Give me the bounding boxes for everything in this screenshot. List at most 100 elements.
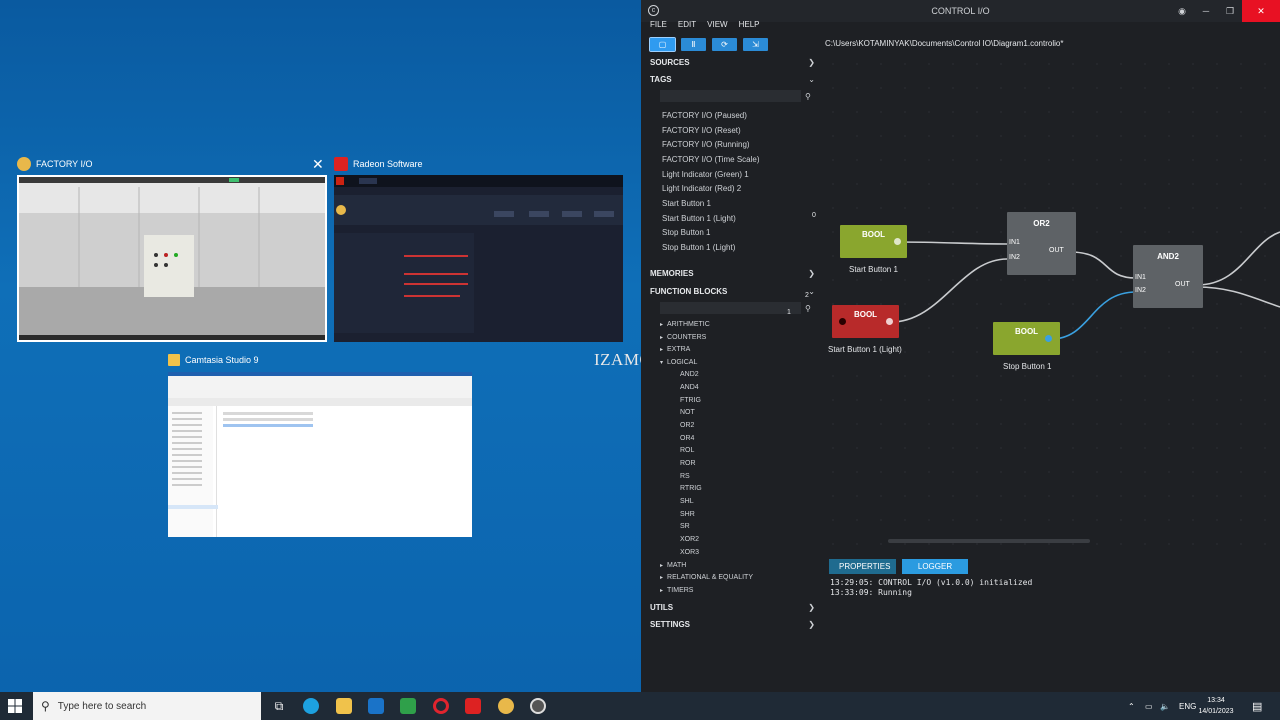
fb-item[interactable]: ROL xyxy=(680,447,694,454)
settings-section[interactable]: SETTINGS ❯ xyxy=(650,620,815,629)
factoryio-icon[interactable] xyxy=(498,698,514,714)
and2-block[interactable]: AND2 IN1 IN2 OUT xyxy=(1133,245,1203,308)
tag-item[interactable]: FACTORY I/O (Time Scale) xyxy=(662,155,760,164)
fb-category[interactable]: ▸ ARITHMETIC xyxy=(660,321,710,328)
file-explorer-icon[interactable] xyxy=(336,698,352,714)
task-view-icon[interactable]: ⧉ xyxy=(271,698,287,714)
menu-bar: FILE EDIT VIEW HELP xyxy=(650,20,760,29)
function-blocks-section[interactable]: FUNCTION BLOCKS ⌄ xyxy=(650,287,815,296)
sources-section[interactable]: SOURCES ❯ xyxy=(650,58,815,67)
fb-item[interactable]: SHL xyxy=(680,498,694,505)
fb-category[interactable]: ▾ LOGICAL xyxy=(660,359,697,366)
fb-category[interactable]: ▸ COUNTERS xyxy=(660,334,706,341)
fb-item[interactable]: SHR xyxy=(680,511,695,518)
fb-category[interactable]: ▸ RELATIONAL & EQUALITY xyxy=(660,574,753,581)
stop-button[interactable]: ▢ xyxy=(649,37,676,52)
input-port[interactable] xyxy=(839,318,846,325)
search-icon[interactable]: ⚲ xyxy=(805,304,811,313)
reload-button[interactable]: ⟳ xyxy=(712,38,737,51)
minimize-button[interactable]: ─ xyxy=(1194,0,1218,22)
spreadsheet-icon[interactable] xyxy=(400,698,416,714)
or2-in2-port[interactable]: IN2 xyxy=(1009,254,1020,261)
fb-item[interactable]: SR xyxy=(680,523,690,530)
bool-block-stop-button[interactable]: BOOL xyxy=(993,322,1060,355)
fb-category[interactable]: ▸ EXTRA xyxy=(660,346,690,353)
diagram-canvas[interactable]: 0 BOOL Start Button 1 2 BOOL Start Butto… xyxy=(787,52,1280,552)
and2-in2-port[interactable]: IN2 xyxy=(1135,287,1146,294)
chevron-right-icon: ❯ xyxy=(808,603,815,612)
radeon-thumbnail[interactable] xyxy=(334,175,623,342)
menu-help[interactable]: HELP xyxy=(739,20,760,29)
radeon-icon[interactable] xyxy=(465,698,481,714)
menu-view[interactable]: VIEW xyxy=(707,20,727,29)
tag-item[interactable]: Start Button 1 xyxy=(662,199,711,208)
mail-icon[interactable] xyxy=(368,698,384,714)
search-icon[interactable]: ⚲ xyxy=(805,92,811,101)
tag-item[interactable]: FACTORY I/O (Paused) xyxy=(662,111,747,120)
pause-button[interactable]: Ⅱ xyxy=(681,38,706,51)
or2-block[interactable]: OR2 IN1 IN2 OUT xyxy=(1007,212,1076,275)
output-port[interactable] xyxy=(886,318,893,325)
fb-item[interactable]: ROR xyxy=(680,460,696,467)
tag-item[interactable]: FACTORY I/O (Reset) xyxy=(662,126,741,135)
language-indicator[interactable]: ENG xyxy=(1179,692,1196,720)
fb-item[interactable]: XOR2 xyxy=(680,536,699,543)
and2-in1-port[interactable]: IN1 xyxy=(1135,274,1146,281)
or2-out-port[interactable]: OUT xyxy=(1049,247,1064,254)
memories-section[interactable]: MEMORIES ❯ xyxy=(650,269,815,278)
fb-search-input[interactable] xyxy=(660,302,801,314)
camtasia-thumbnail[interactable] xyxy=(168,372,472,537)
and2-out-port[interactable]: OUT xyxy=(1175,281,1190,288)
output-port[interactable] xyxy=(894,238,901,245)
volume-icon[interactable]: 🔈 xyxy=(1160,692,1170,720)
tags-search-input[interactable] xyxy=(660,90,801,102)
eye-icon[interactable]: ◉ xyxy=(1170,0,1194,22)
clock[interactable]: 13:34 14/01/2023 xyxy=(1196,695,1236,717)
windows-start-icon[interactable] xyxy=(8,699,22,713)
radeon-app-icon xyxy=(334,157,348,171)
maximize-button[interactable]: ❐ xyxy=(1218,0,1242,22)
factoryio-thumbnail[interactable] xyxy=(17,175,327,342)
export-button[interactable]: ⇲ xyxy=(743,38,768,51)
bool-block-start-button-light[interactable]: BOOL xyxy=(832,305,899,338)
utils-header: UTILS xyxy=(650,603,674,612)
tag-item[interactable]: Start Button 1 (Light) xyxy=(662,214,736,223)
tag-item[interactable]: Stop Button 1 (Light) xyxy=(662,243,735,252)
tags-section[interactable]: TAGS ⌄ xyxy=(650,75,815,84)
tag-item[interactable]: FACTORY I/O (Running) xyxy=(662,140,750,149)
utils-section[interactable]: UTILS ❯ xyxy=(650,603,815,612)
menu-file[interactable]: FILE xyxy=(650,20,667,29)
triangle-right-icon: ▸ xyxy=(660,347,664,353)
chevron-up-icon[interactable]: ⌃ xyxy=(1128,692,1135,720)
close-icon[interactable]: ✕ xyxy=(312,157,324,171)
battery-icon[interactable]: ▭ xyxy=(1145,692,1153,720)
close-button[interactable]: ✕ xyxy=(1242,0,1280,22)
tab-logger[interactable]: LOGGER xyxy=(902,559,968,574)
tag-item[interactable]: Light Indicator (Green) 1 xyxy=(662,170,749,179)
notification-icon[interactable]: ▤ xyxy=(1252,692,1262,720)
fb-category[interactable]: ▸ TIMERS xyxy=(660,587,693,594)
bool-block-start-button[interactable]: BOOL xyxy=(840,225,907,258)
fb-item[interactable]: RS xyxy=(680,473,690,480)
opera-icon[interactable] xyxy=(433,698,449,714)
menu-edit[interactable]: EDIT xyxy=(678,20,696,29)
fb-item[interactable]: AND2 xyxy=(680,371,699,378)
fb-category[interactable]: ▸ MATH xyxy=(660,562,686,569)
tab-properties[interactable]: PROPERTIES xyxy=(829,559,896,574)
canvas-scrollbar[interactable] xyxy=(888,539,1090,543)
taskbar-search[interactable]: ⚲ Type here to search xyxy=(33,692,261,720)
or2-in1-port[interactable]: IN1 xyxy=(1009,239,1020,246)
fb-item[interactable]: XOR3 xyxy=(680,549,699,556)
fb-item[interactable]: OR2 xyxy=(680,422,694,429)
fb-item[interactable]: OR4 xyxy=(680,435,694,442)
radeon-window-title: Radeon Software xyxy=(334,157,423,171)
fb-item[interactable]: NOT xyxy=(680,409,695,416)
controlio-icon[interactable] xyxy=(530,698,546,714)
tag-item[interactable]: Light Indicator (Red) 2 xyxy=(662,184,741,193)
tag-item[interactable]: Stop Button 1 xyxy=(662,228,710,237)
fb-item[interactable]: AND4 xyxy=(680,384,699,391)
fb-item[interactable]: RTRIG xyxy=(680,485,702,492)
output-port[interactable] xyxy=(1045,335,1052,342)
fb-item[interactable]: FTRIG xyxy=(680,397,701,404)
edge-icon[interactable] xyxy=(303,698,319,714)
